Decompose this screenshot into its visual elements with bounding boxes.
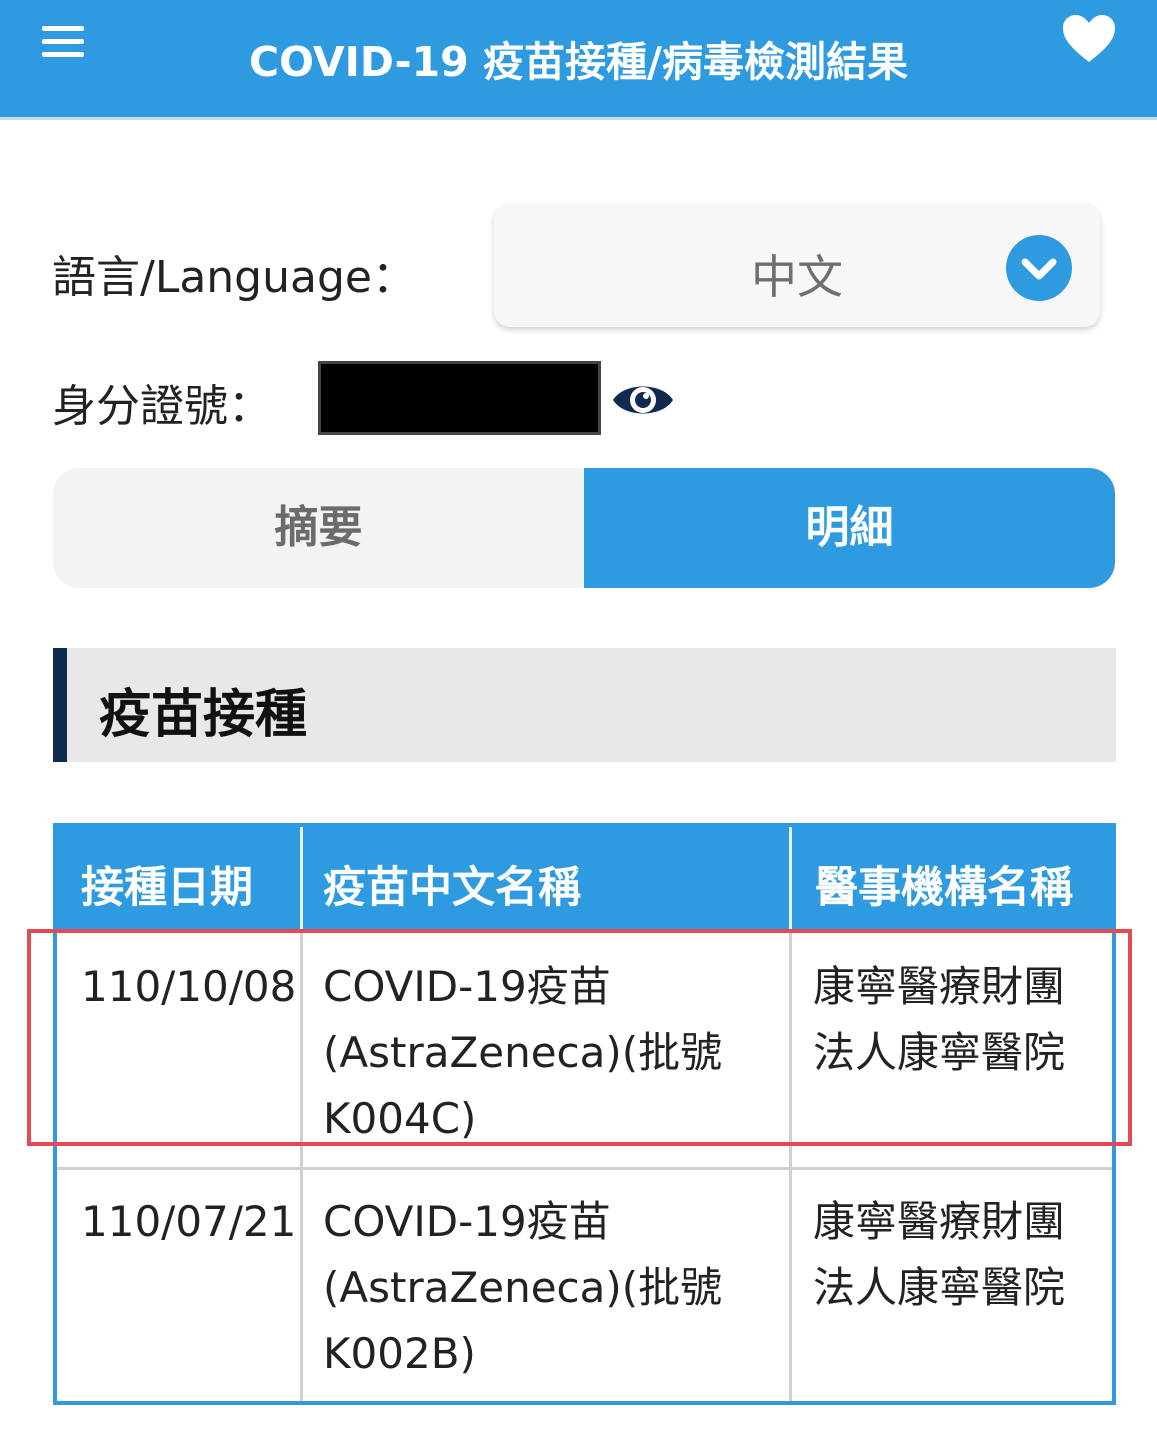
vaccine-name-line: (AstraZeneca)(批號 [323,1028,723,1077]
app-header: COVID-19 疫苗接種/病毒檢測結果 [0,0,1157,120]
section-title: 疫苗接種 [99,685,308,745]
column-header-date: 接種日期 [81,863,253,913]
header-divider [789,827,792,933]
id-number-label: 身分證號： [52,381,272,432]
language-select[interactable]: 中文 [494,203,1100,327]
institution-name-line: 法人康寧醫院 [813,1028,1066,1077]
vaccine-name-line: K002B) [323,1329,476,1378]
header-divider [300,827,303,933]
view-tabs: 摘要 明細 [53,468,1115,588]
language-label: 語言/Language： [52,252,416,303]
table-row-vaccine: COVID-19疫苗 (AstraZeneca)(批號 K004C) [323,954,773,1152]
eye-icon[interactable] [610,374,676,426]
column-header-vaccine: 疫苗中文名稱 [323,863,581,913]
tab-summary[interactable]: 摘要 [53,468,584,588]
column-header-institution: 醫事機構名稱 [815,863,1073,913]
institution-name-line: 康寧醫療財團 [813,1197,1066,1246]
vaccine-name-line: (AstraZeneca)(批號 [323,1263,723,1312]
vaccine-name-line: COVID-19疫苗 [323,962,611,1011]
table-header: 接種日期 疫苗中文名稱 醫事機構名稱 [57,827,1112,933]
table-row-date: 110/07/21 [81,1197,297,1246]
tab-detail[interactable]: 明細 [584,468,1115,588]
vaccine-name-line: COVID-19疫苗 [323,1197,611,1246]
id-number-redacted-value [318,361,601,435]
table-row-date: 110/10/08 [81,962,297,1011]
table-row-institution: 康寧醫療財團 法人康寧醫院 [813,1189,1103,1321]
institution-name-line: 康寧醫療財團 [813,962,1066,1011]
chevron-down-icon [1006,235,1072,301]
vaccination-table: 接種日期 疫苗中文名稱 醫事機構名稱 110/10/08 COVID-19疫苗 … [53,823,1116,1405]
vaccine-name-line: K004C) [323,1094,477,1143]
table-row-vaccine: COVID-19疫苗 (AstraZeneca)(批號 K002B) [323,1189,773,1387]
row-divider [57,1167,1112,1170]
section-header: 疫苗接種 [53,648,1116,762]
page-title: COVID-19 疫苗接種/病毒檢測結果 [249,38,908,86]
menu-icon[interactable] [40,22,88,62]
institution-name-line: 法人康寧醫院 [813,1263,1066,1312]
table-row-institution: 康寧醫療財團 法人康寧醫院 [813,954,1103,1086]
heart-icon[interactable] [1061,14,1117,66]
